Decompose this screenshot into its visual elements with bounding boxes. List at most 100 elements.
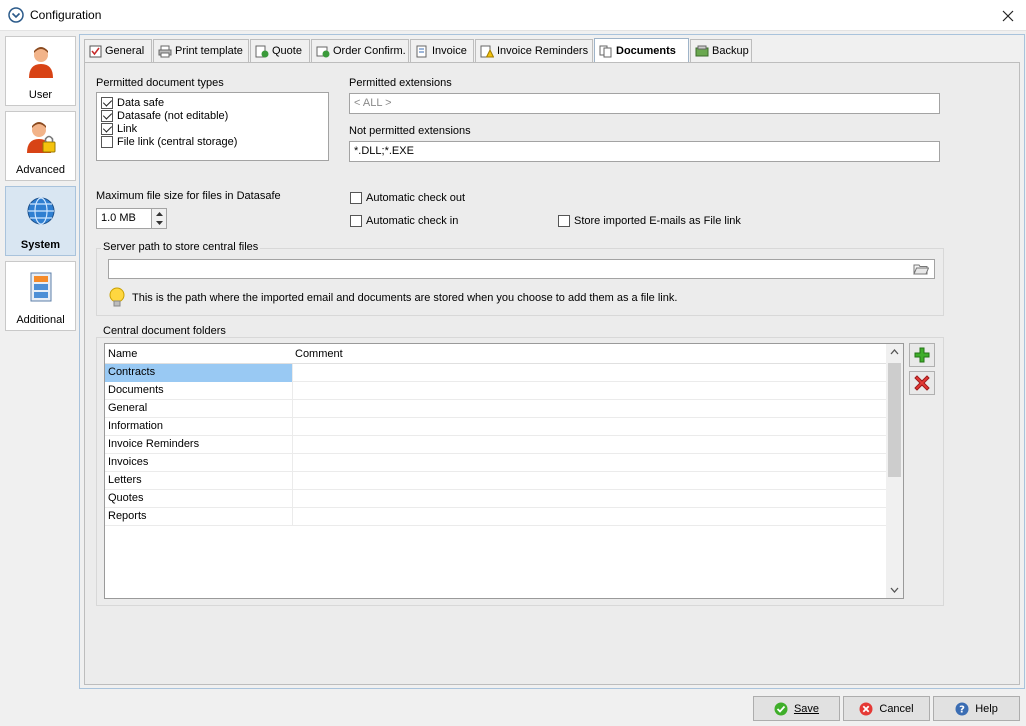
app-icon[interactable] [8, 7, 24, 23]
checkmark-icon [774, 702, 788, 715]
reminder-icon [480, 45, 494, 57]
save-label: Save [793, 702, 820, 715]
not-permitted-ext-label: Not permitted extensions [349, 125, 471, 137]
help-icon: ? [955, 702, 969, 715]
type-label: Data safe [117, 96, 165, 109]
folder-name: Reports [105, 508, 293, 526]
type-label: File link (central storage) [117, 135, 238, 148]
store-emails-label: Store imported E-mails as File link [574, 214, 741, 227]
table-row[interactable]: Contracts [105, 364, 886, 382]
folder-name: Invoices [105, 454, 293, 472]
permitted-types-list[interactable]: Data safe Datasafe (not editable) Link F… [96, 92, 329, 161]
close-window-button[interactable] [990, 0, 1026, 31]
type-file-link[interactable]: File link (central storage) [101, 135, 237, 148]
table-row[interactable]: Letters [105, 472, 886, 490]
permitted-ext-label: Permitted extensions [349, 77, 452, 89]
type-data-safe[interactable]: Data safe [101, 96, 237, 109]
server-path-input[interactable] [108, 259, 935, 279]
table-row[interactable]: Reports [105, 508, 886, 526]
column-header-name[interactable]: Name [108, 348, 137, 360]
documents-icon [599, 45, 612, 57]
cancel-label: Cancel [879, 702, 914, 715]
table-row[interactable]: Documents [105, 382, 886, 400]
auto-checkout-option[interactable]: Automatic check out [350, 191, 465, 204]
auto-checkin-checkbox[interactable] [350, 214, 362, 227]
scroll-up-icon[interactable] [890, 348, 899, 355]
quote-icon [255, 45, 269, 57]
tab-label: Backup [712, 45, 749, 57]
tab-backup[interactable]: Backup [690, 39, 752, 62]
save-button[interactable]: Save [753, 696, 840, 721]
auto-checkin-option[interactable]: Automatic check in [350, 214, 458, 227]
not-permitted-ext-input[interactable]: *.DLL;*.EXE [349, 141, 940, 162]
table-row[interactable]: Invoices [105, 454, 886, 472]
tab-invoice[interactable]: Invoice [410, 39, 474, 62]
tab-label: General [105, 45, 145, 57]
nav-item-advanced[interactable]: Advanced [5, 111, 76, 181]
type-link[interactable]: Link [101, 122, 237, 135]
type-datasafe-not-editable[interactable]: Datasafe (not editable) [101, 109, 237, 122]
tab-print-template[interactable]: Print template [153, 39, 249, 62]
cancel-button[interactable]: Cancel [843, 696, 930, 721]
title-bar [0, 0, 1026, 31]
table-row[interactable]: Quotes [105, 490, 886, 508]
store-emails-option[interactable]: Store imported E-mails as File link [558, 214, 741, 227]
nav-item-system[interactable]: System [5, 186, 76, 256]
browse-folder-button[interactable] [913, 262, 930, 279]
add-folder-button[interactable] [909, 343, 935, 367]
store-emails-checkbox[interactable] [558, 214, 570, 227]
tab-quote[interactable]: Quote [250, 39, 310, 62]
folder-name: Contracts [105, 364, 293, 382]
checkbox[interactable] [101, 109, 113, 122]
invoice-icon [416, 45, 427, 57]
checkbox[interactable] [101, 135, 113, 148]
column-header-comment[interactable]: Comment [295, 348, 343, 360]
nav-label: User [28, 89, 53, 101]
help-button[interactable]: ? Help [933, 696, 1020, 721]
server-path-label: Server path to store central files [101, 241, 261, 253]
auto-checkout-checkbox[interactable] [350, 191, 362, 204]
permitted-ext-input[interactable]: < ALL > [349, 93, 940, 114]
nav-label: Additional [16, 314, 65, 326]
lightbulb-icon [108, 287, 126, 312]
close-icon [1002, 10, 1014, 21]
folder-name: Letters [105, 472, 293, 490]
tab-label: Invoice Reminders [497, 45, 589, 57]
folder-name: General [105, 400, 293, 418]
svg-text:?: ? [959, 704, 965, 715]
backup-icon [695, 45, 709, 56]
server-path-hint: This is the path where the imported emai… [132, 292, 678, 304]
nav-item-additional[interactable]: Additional [5, 261, 76, 331]
tab-label: Documents [616, 45, 676, 57]
folders-table[interactable]: Name Comment Contracts Documents General… [104, 343, 904, 599]
checkbox[interactable] [101, 122, 113, 135]
scroll-down-icon[interactable] [890, 587, 899, 594]
folder-name: Documents [105, 382, 293, 400]
tab-label: Order Confirm. [333, 45, 406, 57]
order-icon [316, 46, 330, 57]
delete-folder-button[interactable] [909, 371, 935, 395]
checkbox[interactable] [101, 96, 113, 109]
scrollbar-thumb[interactable] [888, 363, 901, 477]
tab-order-confirm[interactable]: Order Confirm. [311, 39, 409, 62]
plus-icon [914, 347, 930, 363]
table-row[interactable]: General [105, 400, 886, 418]
auto-checkout-label: Automatic check out [366, 191, 466, 204]
user-lock-icon [26, 122, 55, 153]
tab-invoice-reminders[interactable]: Invoice Reminders [475, 39, 593, 62]
max-size-value: 1.0 MB [101, 212, 136, 224]
folder-icon [913, 264, 930, 275]
table-row[interactable]: Information [105, 418, 886, 436]
delete-icon [914, 375, 930, 391]
type-label: Link [117, 122, 138, 135]
max-size-spinner[interactable] [151, 209, 166, 228]
tab-documents[interactable]: Documents [594, 38, 689, 63]
tab-general[interactable]: General [84, 39, 152, 62]
table-row[interactable]: Invoice Reminders [105, 436, 886, 454]
help-label: Help [975, 702, 998, 715]
type-label: Datasafe (not editable) [117, 109, 229, 122]
cabinet-icon [30, 272, 51, 302]
tab-label: Quote [272, 45, 302, 57]
nav-item-user[interactable]: User [5, 36, 76, 106]
nav-label: System [20, 239, 61, 251]
